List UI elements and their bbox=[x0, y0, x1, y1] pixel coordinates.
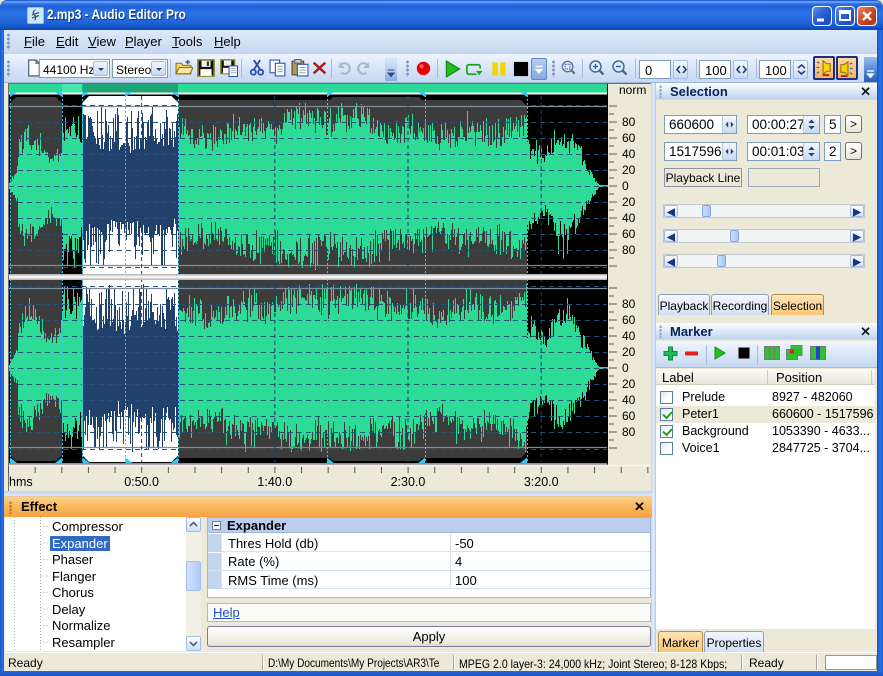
svg-text:80: 80 bbox=[622, 425, 636, 439]
svg-text:20: 20 bbox=[622, 195, 636, 209]
svg-text:60: 60 bbox=[622, 227, 636, 241]
svg-text:hms: hms bbox=[9, 475, 33, 489]
svg-text:3:20.0: 3:20.0 bbox=[524, 475, 559, 489]
svg-text:40: 40 bbox=[622, 211, 636, 225]
svg-text:20: 20 bbox=[622, 163, 636, 177]
svg-text:80: 80 bbox=[622, 243, 636, 257]
svg-text:60: 60 bbox=[622, 409, 636, 423]
svg-text:60: 60 bbox=[622, 313, 636, 327]
svg-text:60: 60 bbox=[622, 131, 636, 145]
svg-text:40: 40 bbox=[622, 393, 636, 407]
svg-text:0:50.0: 0:50.0 bbox=[124, 475, 159, 489]
svg-text:0: 0 bbox=[622, 361, 629, 375]
svg-text:80: 80 bbox=[622, 297, 636, 311]
svg-text:0: 0 bbox=[622, 179, 629, 193]
svg-text:1:40.0: 1:40.0 bbox=[257, 475, 292, 489]
svg-text:40: 40 bbox=[622, 147, 636, 161]
svg-text:80: 80 bbox=[622, 115, 636, 129]
svg-text:40: 40 bbox=[622, 329, 636, 343]
svg-text:20: 20 bbox=[622, 377, 636, 391]
svg-text:norm: norm bbox=[619, 83, 646, 97]
svg-text:2:30.0: 2:30.0 bbox=[391, 475, 426, 489]
svg-text:20: 20 bbox=[622, 345, 636, 359]
